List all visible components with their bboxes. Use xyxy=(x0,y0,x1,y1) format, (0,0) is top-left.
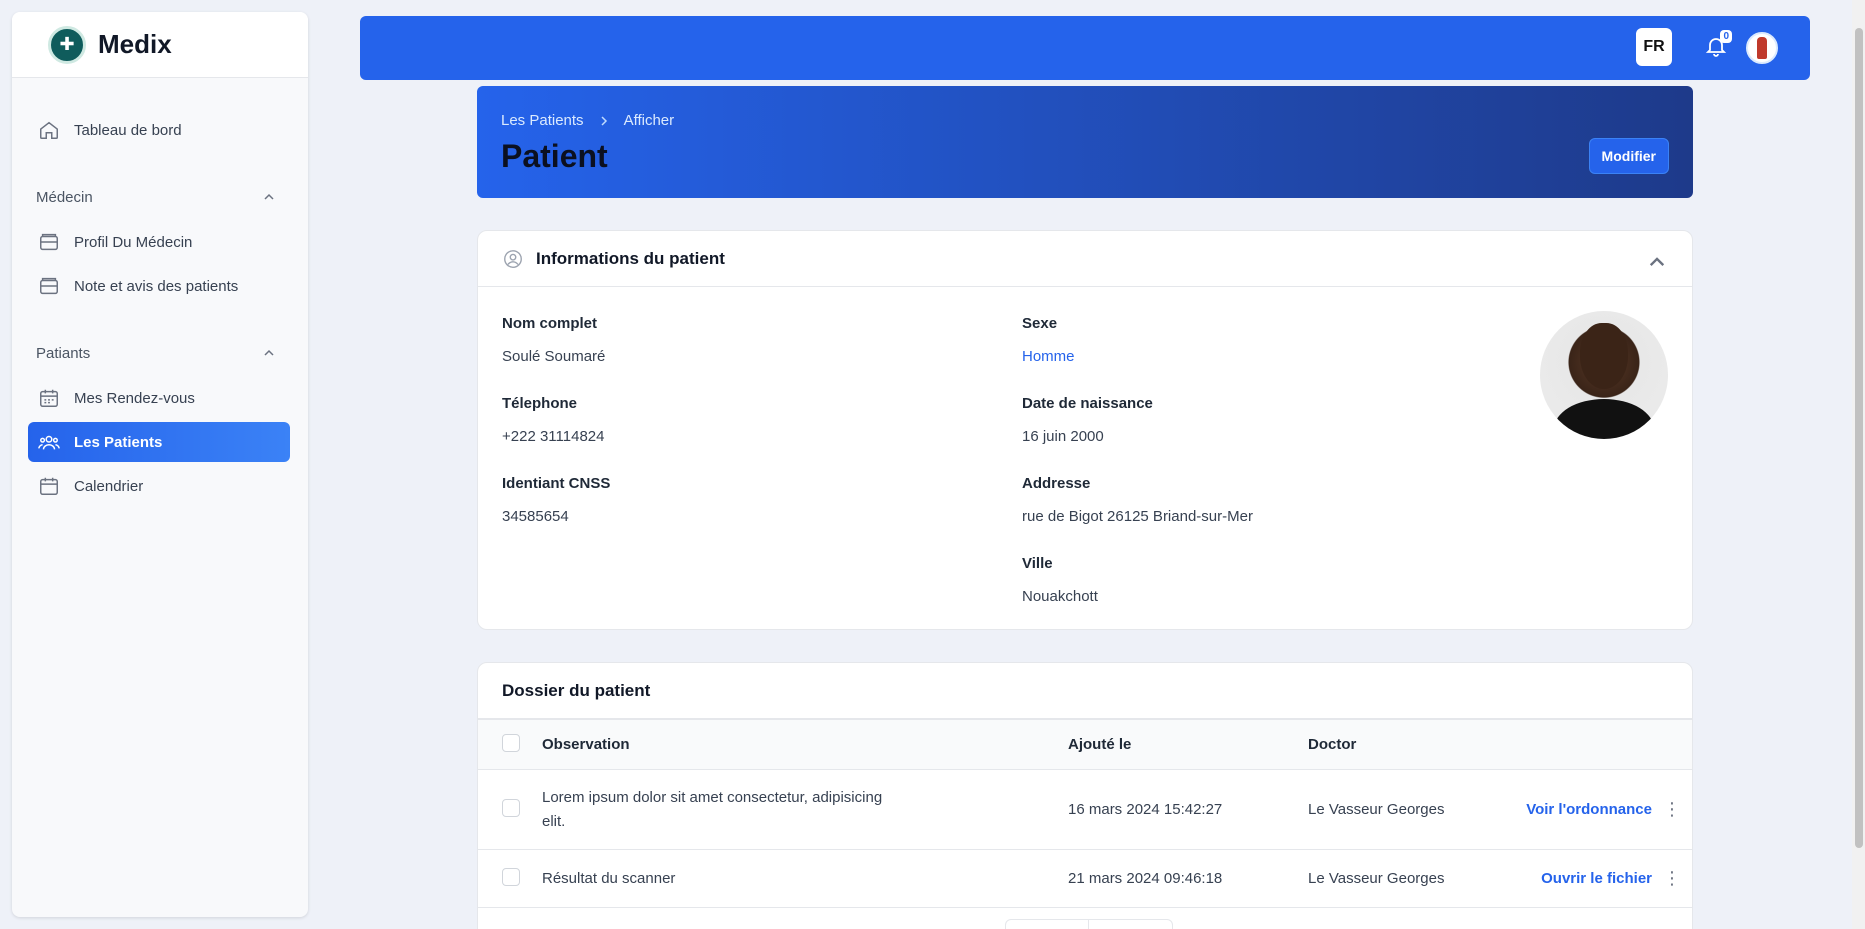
sidebar-item-label: Les Patients xyxy=(74,433,163,451)
column-header-observation[interactable]: Observation xyxy=(542,719,1068,770)
photo-body-shape xyxy=(1554,399,1654,439)
cell-doctor: Le Vasseur Georges xyxy=(1308,769,1508,850)
avatar-figure-icon xyxy=(1757,37,1767,59)
field-value: rue de Bigot 26125 Briand-sur-Mer xyxy=(1022,508,1253,525)
field-address: Addresse rue de Bigot 26125 Briand-sur-M… xyxy=(1022,475,1253,525)
cell-observation: Résultat du scanner xyxy=(542,849,1068,908)
sidebar-group-patiants[interactable]: Patiants xyxy=(36,338,276,368)
field-label: Nom complet xyxy=(502,315,598,332)
chevron-up-icon xyxy=(264,349,274,356)
field-value: 34585654 xyxy=(502,508,569,525)
user-circle-icon xyxy=(504,249,522,268)
sidebar-item-dashboard[interactable]: Tableau de bord xyxy=(28,110,290,150)
sidebar-header: ✚ Medix xyxy=(12,12,308,78)
section-title: Informations du patient xyxy=(536,248,725,268)
scrollbar-thumb[interactable] xyxy=(1855,28,1863,848)
sidebar-item-appointments[interactable]: Mes Rendez-vous xyxy=(28,378,290,418)
table-row: Lorem ipsum dolor sit amet consectetur, … xyxy=(478,769,1692,850)
sidebar-item-label: Note et avis des patients xyxy=(74,277,239,295)
sidebar-group-medecin[interactable]: Médecin xyxy=(36,182,276,212)
app-name: Medix xyxy=(98,29,172,59)
folder-icon xyxy=(38,231,60,253)
pagination-next-button[interactable] xyxy=(1089,919,1173,929)
topbar: FR 0 xyxy=(360,16,1810,80)
field-label: Date de naissance xyxy=(1022,395,1153,412)
language-switcher[interactable]: FR xyxy=(1636,28,1672,66)
chevron-right-icon xyxy=(601,115,607,126)
select-all-checkbox[interactable] xyxy=(502,733,520,752)
chevron-up-icon xyxy=(264,193,274,200)
field-value: Nouakchott xyxy=(1022,588,1098,605)
records-table: Observation Ajouté le Doctor Lorem ipsum… xyxy=(478,719,1692,908)
patient-photo xyxy=(1540,311,1668,439)
sidebar-item-patients[interactable]: Les Patients xyxy=(28,422,290,462)
cell-added: 21 mars 2024 09:46:18 xyxy=(1068,849,1308,908)
chevron-up-icon[interactable] xyxy=(1646,251,1668,273)
field-value: Homme xyxy=(1022,348,1075,365)
sidebar-item-patient-reviews[interactable]: Note et avis des patients xyxy=(28,266,290,306)
field-label: Ville xyxy=(1022,555,1053,572)
records-header: Dossier du patient xyxy=(478,663,1692,719)
folder-icon xyxy=(38,275,60,297)
more-actions-icon[interactable]: ⋮ xyxy=(1652,849,1692,908)
column-header-doctor[interactable]: Doctor xyxy=(1308,719,1508,770)
column-header-added[interactable]: Ajouté le xyxy=(1068,719,1308,770)
pagination-prev-button[interactable] xyxy=(1005,919,1089,929)
users-icon xyxy=(38,431,60,453)
field-sex: Sexe Homme xyxy=(1022,315,1075,365)
more-actions-icon[interactable]: ⋮ xyxy=(1652,769,1692,850)
field-value: +222 31114824 xyxy=(502,428,605,445)
cell-doctor: Le Vasseur Georges xyxy=(1308,849,1508,908)
home-icon xyxy=(38,119,60,141)
field-phone: Télephone +222 31114824 xyxy=(502,395,604,445)
section-title: Dossier du patient xyxy=(502,680,651,700)
pagination xyxy=(1005,919,1173,929)
cell-observation: Lorem ipsum dolor sit amet consectetur, … xyxy=(542,769,1068,850)
sidebar-item-label: Calendrier xyxy=(74,477,144,495)
field-birth-date: Date de naissance 16 juin 2000 xyxy=(1022,395,1153,445)
row-checkbox[interactable] xyxy=(502,867,520,886)
sidebar-group-label: Médecin xyxy=(36,188,93,206)
sidebar-item-calendar[interactable]: Calendrier xyxy=(28,466,290,506)
breadcrumb-link-patients[interactable]: Les Patients xyxy=(501,112,584,129)
sidebar-group-label: Patiants xyxy=(36,344,91,362)
field-label: Addresse xyxy=(1022,475,1091,492)
field-value: Soulé Soumaré xyxy=(502,348,606,365)
table-row: Résultat du scanner 21 mars 2024 09:46:1… xyxy=(478,849,1692,908)
sidebar-item-label: Profil Du Médecin xyxy=(74,233,193,251)
page-scrollbar[interactable] xyxy=(1852,0,1865,929)
photo-head-shape xyxy=(1580,323,1628,389)
page-title: Patient xyxy=(501,138,608,174)
field-cnss: Identiant CNSS 34585654 xyxy=(502,475,610,525)
notification-count-badge: 0 xyxy=(1720,30,1732,43)
breadcrumb-current: Afficher xyxy=(623,112,675,129)
breadcrumb: Les Patients Afficher xyxy=(501,112,674,129)
calendar-icon xyxy=(38,387,60,409)
view-prescription-link[interactable]: Voir l'ordonnance xyxy=(1508,769,1652,850)
table-header-row: Observation Ajouté le Doctor xyxy=(478,719,1692,770)
field-value: 16 juin 2000 xyxy=(1022,428,1104,445)
sidebar-item-doctor-profile[interactable]: Profil Du Médecin xyxy=(28,222,290,262)
patient-info-header[interactable]: Informations du patient xyxy=(478,231,1692,287)
field-city: Ville Nouakchott xyxy=(1022,555,1098,605)
open-file-link[interactable]: Ouvrir le fichier xyxy=(1508,849,1652,908)
field-label: Télephone xyxy=(502,395,578,412)
page-header: Les Patients Afficher Patient Modifier xyxy=(477,86,1693,198)
edit-button[interactable]: Modifier xyxy=(1588,138,1669,174)
patient-info-card: Informations du patient Nom complet Soul… xyxy=(477,230,1693,630)
sidebar-item-label: Mes Rendez-vous xyxy=(74,389,195,407)
user-avatar[interactable] xyxy=(1746,32,1778,64)
field-full-name: Nom complet Soulé Soumaré xyxy=(502,315,605,365)
calendar-icon xyxy=(38,475,60,497)
row-checkbox[interactable] xyxy=(502,798,520,817)
patient-records-card: Dossier du patient Observation Ajouté le… xyxy=(477,662,1693,929)
field-label: Identiant CNSS xyxy=(502,475,611,492)
field-label: Sexe xyxy=(1022,315,1058,332)
cell-added: 16 mars 2024 15:42:27 xyxy=(1068,769,1308,850)
sidebar: ✚ Medix Tableau de bord Médecin Profil D… xyxy=(12,12,308,917)
medical-logo-icon: ✚ xyxy=(48,25,86,64)
sidebar-item-label: Tableau de bord xyxy=(74,121,182,139)
